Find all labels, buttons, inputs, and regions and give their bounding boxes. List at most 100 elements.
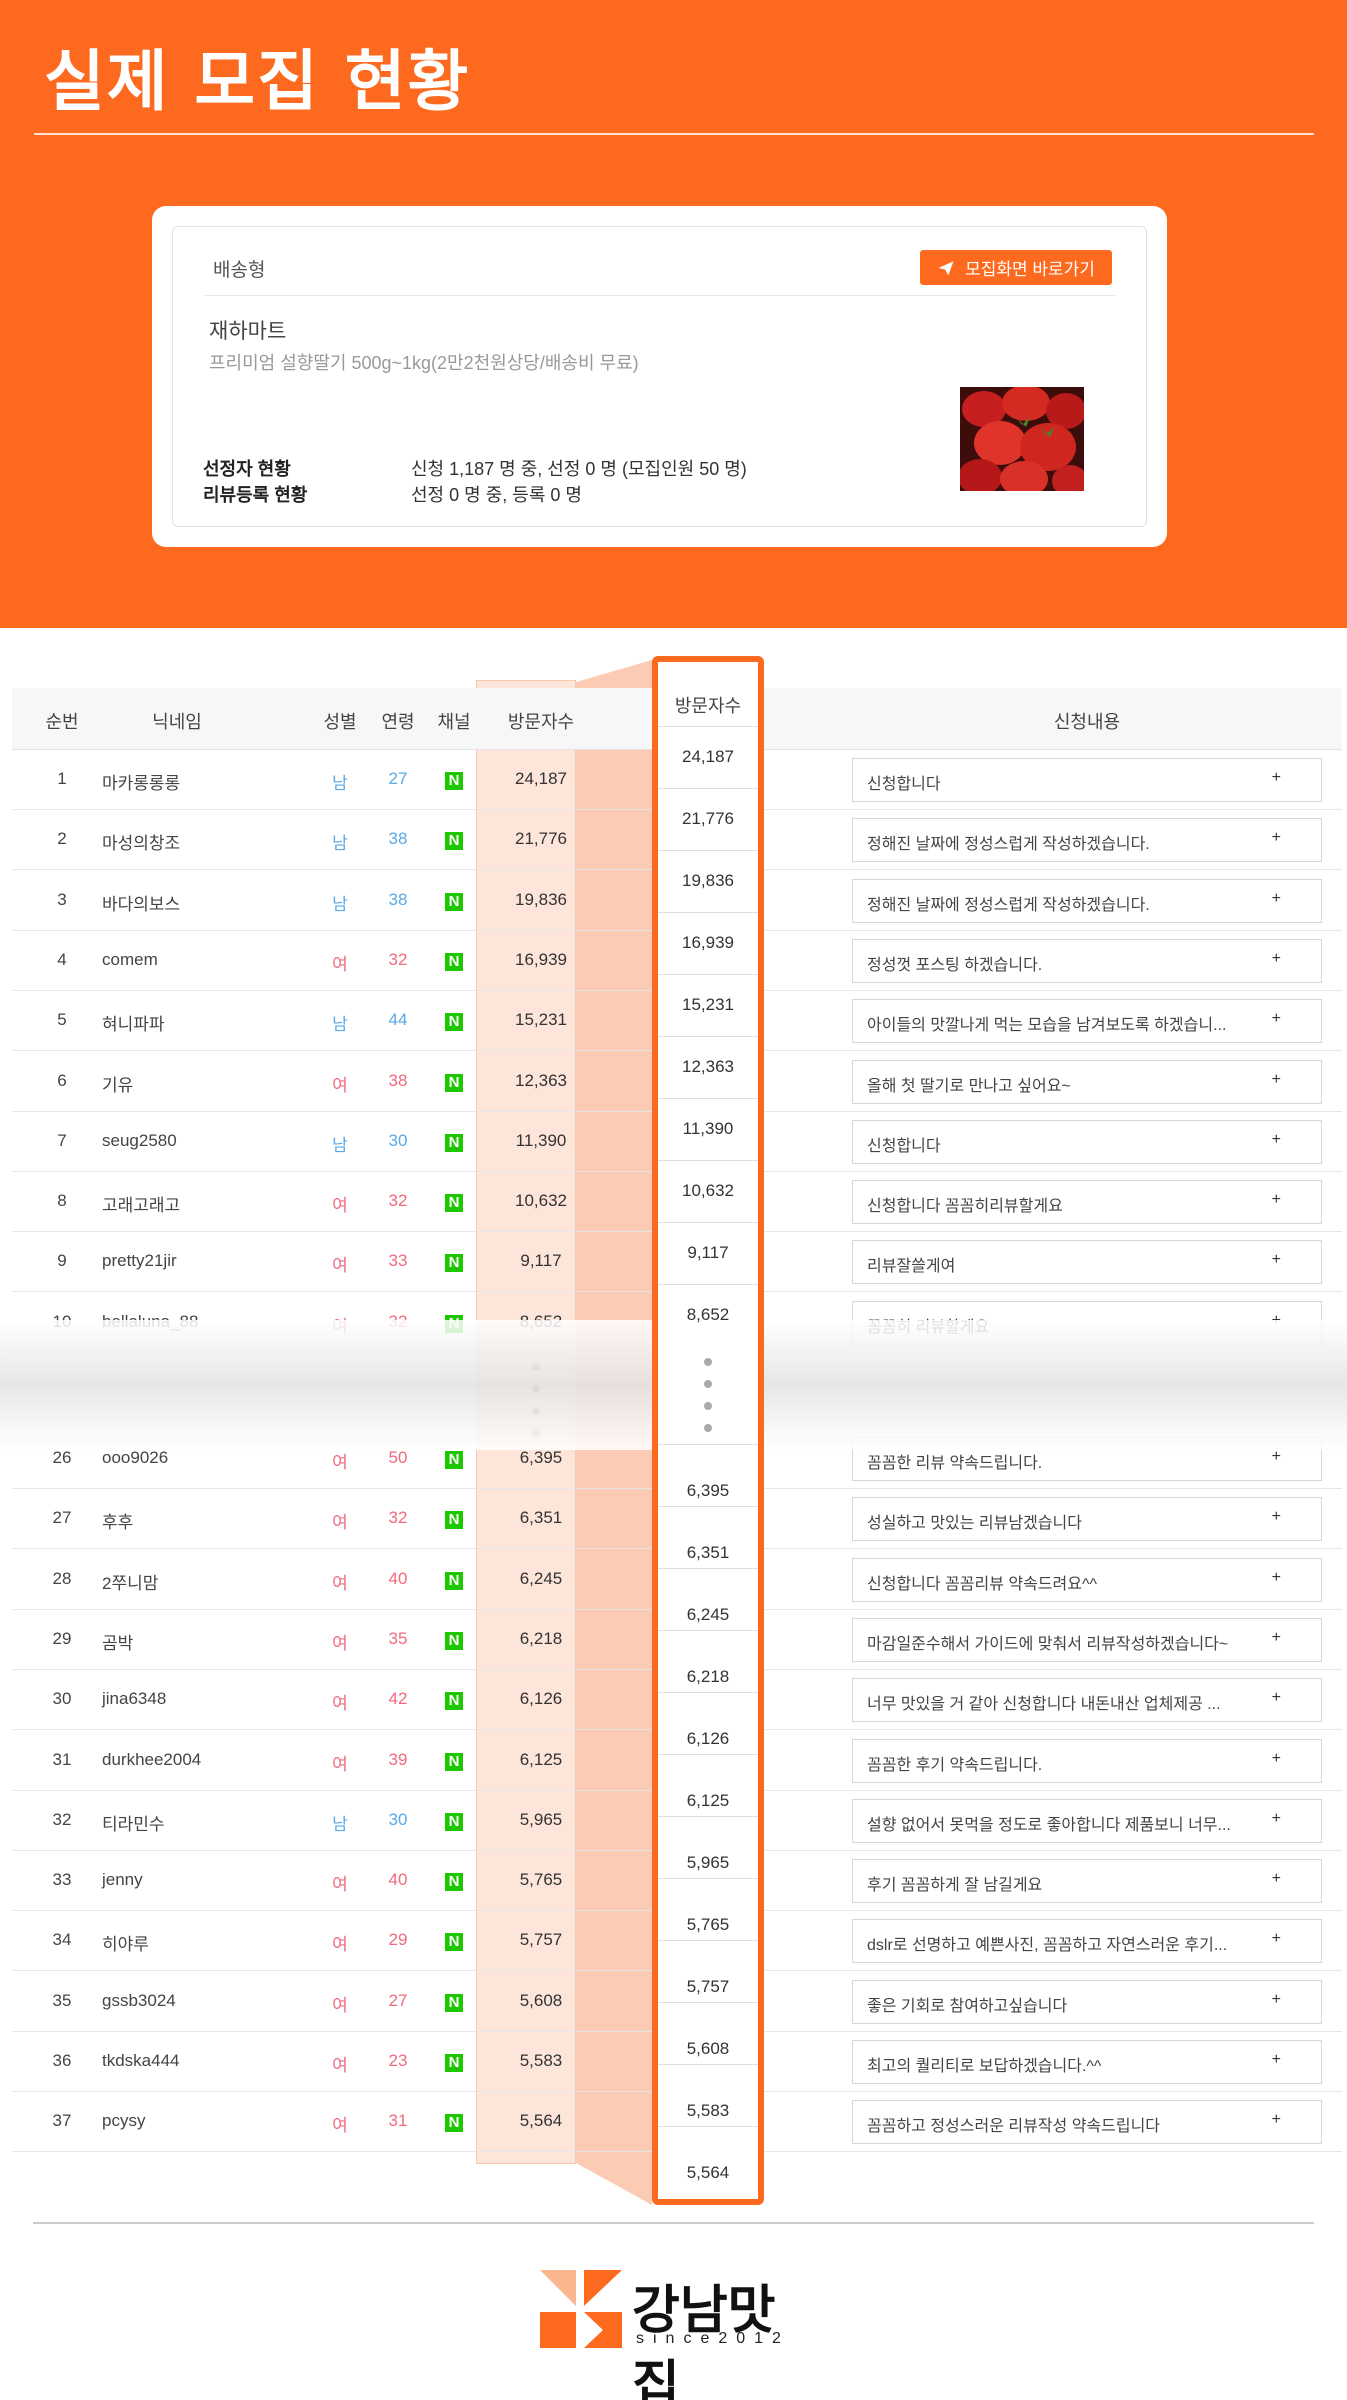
expand-plus-icon[interactable]: + (1272, 1071, 1281, 1089)
visits-cell: 11,390 (515, 1130, 567, 1150)
apply-text: 아이들의 맛깔나게 먹는 모습을 남겨보도록 하겠습니... (867, 1017, 1227, 1035)
expand-plus-icon[interactable]: + (1272, 1251, 1281, 1269)
header-nick: 닉네임 (152, 712, 202, 732)
apply-content-box[interactable]: 꼼꼼한 후기 약속드립니다. + (852, 1738, 1322, 1783)
apply-content-box[interactable]: 정해진 날짜에 정성스럽게 작성하겠습니다. + (852, 818, 1322, 863)
naver-blog-icon: N (445, 952, 463, 971)
apply-text: 올해 첫 딸기로 만나고 싶어요~ (867, 1077, 1071, 1095)
gender-cell: 남 (332, 1814, 348, 1834)
rank-cell: 31 (52, 1749, 72, 1769)
apply-content-box[interactable]: 성실하고 맛있는 리뷰남겠습니다 + (852, 1497, 1322, 1542)
apply-content-box[interactable]: 최고의 퀄리티로 보답하겠습니다.^^ + (852, 2040, 1322, 2084)
expand-plus-icon[interactable]: + (1272, 1750, 1281, 1768)
zoom-visits-cell: 10,632 (658, 1160, 758, 1222)
nickname-cell: 곰박 (102, 1633, 134, 1653)
channel-cell: N (436, 1751, 472, 1771)
apply-text: dslr로 선명하고 예쁜사진, 꼼꼼하고 자연스러운 후기... (867, 1937, 1228, 1955)
apply-text: 정해진 날짜에 정성스럽게 작성하겠습니다. (867, 896, 1150, 914)
channel-cell: N (436, 891, 472, 911)
channel-cell: N (436, 1992, 472, 2012)
expand-plus-icon[interactable]: + (1272, 1689, 1281, 1707)
zoom-visits-cell: 6,395 (658, 1444, 758, 1506)
expand-plus-icon[interactable]: + (1272, 1991, 1281, 2009)
gender-cell: 여 (332, 954, 348, 974)
rank-cell: 3 (57, 889, 67, 909)
apply-text: 꼼꼼한 리뷰 약속드립니다. (867, 1455, 1043, 1472)
apply-content-box[interactable]: 신청합니다 꼼꼼히리뷰할게요 + (852, 1180, 1322, 1225)
expand-plus-icon[interactable]: + (1272, 2051, 1281, 2069)
expand-plus-icon[interactable]: + (1272, 1810, 1281, 1828)
expand-plus-icon[interactable]: + (1272, 950, 1281, 968)
gender-cell: 남 (332, 1135, 348, 1155)
age-cell: 38 (388, 829, 408, 849)
zoom-visits-cell: 5,608 (658, 2002, 758, 2064)
zoom-visits-cell: 11,390 (658, 1098, 758, 1160)
naver-blog-icon: N (445, 2114, 463, 2133)
nickname-cell: pcysy (102, 2111, 146, 2131)
apply-content-box[interactable]: 신청합니다 + (852, 1119, 1322, 1164)
apply-content-box[interactable]: 정성껏 포스팅 하겠습니다. + (852, 938, 1322, 983)
naver-blog-icon: N (445, 1692, 463, 1711)
expand-plus-icon[interactable]: + (1272, 2111, 1281, 2129)
gender-cell: 남 (332, 1015, 348, 1035)
naver-blog-icon: N (445, 1451, 463, 1469)
nickname-cell: 마성의창조 (102, 834, 181, 854)
expand-plus-icon[interactable]: + (1272, 1870, 1281, 1888)
expand-plus-icon[interactable]: + (1272, 1191, 1281, 1209)
expand-plus-icon[interactable]: + (1272, 1569, 1281, 1587)
channel-cell: N (436, 1811, 472, 1831)
naver-blog-icon: N (445, 1133, 463, 1152)
gender-cell: 여 (332, 1694, 348, 1714)
expand-plus-icon[interactable]: + (1272, 1930, 1281, 1948)
expand-plus-icon[interactable]: + (1272, 1629, 1281, 1647)
apply-content-box[interactable]: 리뷰잘쓸게여 + (852, 1240, 1322, 1285)
apply-text: 꼼꼼한 후기 약속드립니다. (867, 1756, 1043, 1774)
expand-plus-icon[interactable]: + (1272, 1508, 1281, 1526)
naver-blog-icon: N (445, 1631, 463, 1650)
zoom-visits-cell: 5,965 (658, 1816, 758, 1878)
visits-cell: 6,245 (519, 1568, 563, 1588)
zoom-visits-cell: 21,776 (658, 788, 758, 850)
visits-cell: 15,231 (515, 1010, 567, 1030)
zoom-visits-cell: 12,363 (658, 1036, 758, 1098)
channel-cell: N (436, 1931, 472, 1952)
apply-content-box[interactable]: 신청합니다 꼼꼼리뷰 약속드려요^^ + (852, 1557, 1322, 1602)
nickname-cell: seug2580 (102, 1130, 177, 1150)
age-cell: 32 (388, 1508, 408, 1528)
zoom-visits-cell: 5,583 (658, 2064, 758, 2126)
expand-plus-icon[interactable]: + (1272, 890, 1281, 908)
channel-cell: N (436, 1449, 472, 1469)
apply-content-box[interactable]: 후기 꼼꼼하게 잘 남길게요 + (852, 1859, 1322, 1904)
channel-cell: N (436, 1871, 472, 1892)
age-cell: 38 (388, 1070, 408, 1090)
apply-content-box[interactable]: 좋은 기회로 참여하고싶습니다 + (852, 1979, 1322, 2024)
apply-content-box[interactable]: dslr로 선명하고 예쁜사진, 꼼꼼하고 자연스러운 후기... + (852, 1919, 1322, 1964)
apply-content-box[interactable]: 마감일준수해서 가이드에 맞춰서 리뷰작성하겠습니다~ + (852, 1617, 1322, 1662)
gender-cell: 남 (332, 834, 348, 854)
apply-content-box[interactable]: 설향 없어서 못먹을 정도로 좋아합니다 제품보니 너무... + (852, 1798, 1322, 1843)
apply-content-box[interactable]: 신청합니다 + (852, 758, 1322, 802)
expand-plus-icon[interactable]: + (1272, 1131, 1281, 1149)
visits-cell: 16,939 (515, 949, 567, 969)
brand-logo: 강남맛집 since2012 (540, 2268, 820, 2400)
apply-content-box[interactable]: 너무 맛있을 거 같아 신청합니다 내돈내산 업체제공 ... + (852, 1678, 1322, 1723)
apply-content-box[interactable]: 올해 첫 딸기로 만나고 싶어요~ + (852, 1059, 1322, 1104)
channel-cell: N (436, 2052, 472, 2072)
expand-plus-icon[interactable]: + (1272, 1010, 1281, 1028)
channel-cell: N (436, 1570, 472, 1590)
gender-cell: 여 (332, 1453, 348, 1472)
rank-cell: 34 (52, 1930, 72, 1950)
expand-plus-icon[interactable]: + (1272, 1448, 1281, 1466)
naver-blog-icon: N (445, 1812, 463, 1831)
expand-plus-icon[interactable]: + (1272, 769, 1281, 787)
logo-since: since2012 (636, 2330, 790, 2347)
zoom-visits-cell: 5,564 (658, 2126, 758, 2188)
apply-content-box[interactable]: 꼼꼼하고 정성스러운 리뷰작성 약속드립니다 + (852, 2100, 1322, 2145)
apply-text: 설향 없어서 못먹을 정도로 좋아합니다 제품보니 너무... (867, 1816, 1231, 1834)
header-age: 연령 (381, 712, 415, 732)
expand-plus-icon[interactable]: + (1272, 829, 1281, 847)
apply-text: 성실하고 맛있는 리뷰남겠습니다 (867, 1515, 1082, 1533)
apply-content-box[interactable]: 아이들의 맛깔나게 먹는 모습을 남겨보도록 하겠습니... + (852, 999, 1322, 1044)
apply-content-box[interactable]: 정해진 날짜에 정성스럽게 작성하겠습니다. + (852, 878, 1322, 923)
gender-cell: 여 (332, 1754, 348, 1774)
